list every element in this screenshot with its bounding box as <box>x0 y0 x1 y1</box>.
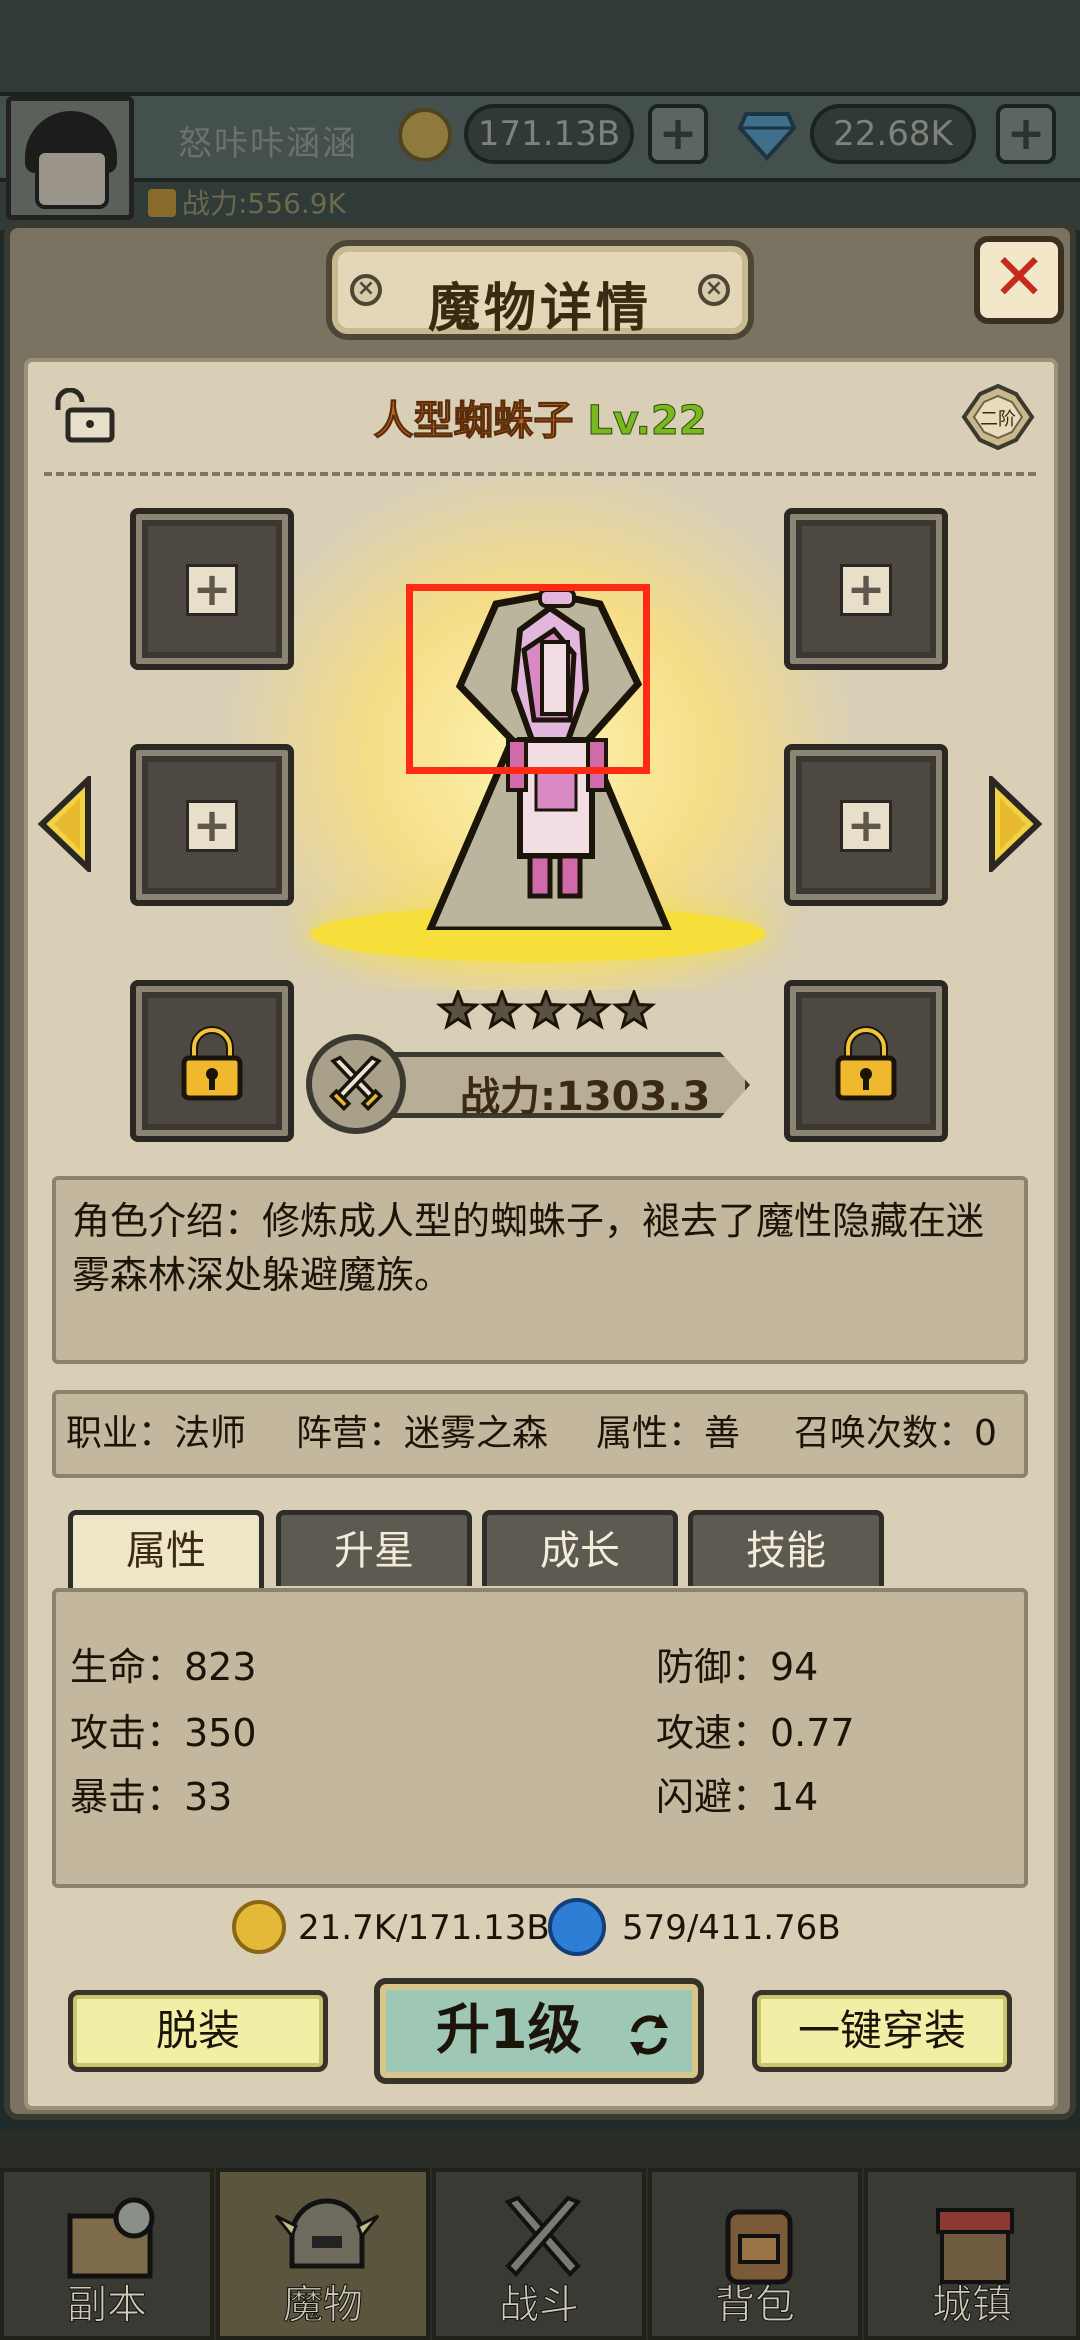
screw-icon: × <box>698 274 730 306</box>
avatar-face <box>35 149 109 209</box>
attr-defense: 防御：94 <box>656 1645 819 1689</box>
nav-dungeon[interactable]: 副本 <box>0 2168 214 2340</box>
gold-coin-icon <box>232 1900 286 1954</box>
monster-description: 角色介绍：修炼成人型的蜘蛛子，褪去了魔性隐藏在迷雾森林深处躲避魔族。 <box>52 1176 1028 1364</box>
equip-slot-left-2[interactable]: + <box>130 744 294 906</box>
attr-hp: 生命：823 <box>70 1645 257 1689</box>
attr-dodge: 闪避：14 <box>656 1775 819 1819</box>
tab-growth[interactable]: 成长 <box>482 1510 678 1586</box>
summon-count: 召唤次数：0 <box>794 1413 997 1454</box>
nav-label: 城镇 <box>932 2282 1013 2329</box>
star-icon <box>523 990 569 1030</box>
modal-title: 魔物详情 <box>427 279 652 339</box>
nav-label: 副本 <box>67 2282 148 2329</box>
rank-text: 二阶 <box>980 409 1016 430</box>
rank-badge: 二阶 <box>961 384 1035 450</box>
level-up-button[interactable]: 升1级 <box>374 1978 704 2084</box>
attributes-panel: 生命：823 防御：94 攻击：350 攻速：0.77 暴击：33 闪避：14 <box>52 1588 1028 1888</box>
job-info: 职业：法师 <box>66 1413 247 1454</box>
equip-slot-locked-right[interactable] <box>784 980 948 1142</box>
power-value: 战力:1303.3 <box>460 1074 711 1120</box>
monster-power: 战力:1303.3 <box>306 1034 756 1134</box>
star-icon <box>567 990 613 1030</box>
player-name: 怒咔咔涵涵 <box>178 124 358 164</box>
attr-attack-speed: 攻速：0.77 <box>656 1711 855 1755</box>
equip-slot-right-1[interactable]: + <box>784 508 948 670</box>
next-monster-arrow[interactable] <box>984 776 1044 872</box>
crossed-swords-icon <box>306 1034 406 1134</box>
star-rating <box>436 990 656 1030</box>
equip-slot-locked-left[interactable] <box>130 980 294 1142</box>
add-icon: + <box>186 800 238 852</box>
exp-orb-icon <box>548 1898 606 1956</box>
monster-level: Lv.22 <box>587 398 707 445</box>
nav-monsters[interactable]: 魔物 <box>216 2168 430 2340</box>
nav-battle[interactable]: 战斗 <box>432 2168 646 2340</box>
add-icon: + <box>186 564 238 616</box>
equip-slot-right-2[interactable]: + <box>784 744 948 906</box>
nav-label: 战斗 <box>499 2282 580 2329</box>
add-diamond-button[interactable]: + <box>996 104 1056 164</box>
equip-all-button[interactable]: 一键穿装 <box>752 1990 1012 2072</box>
star-icon <box>436 990 481 1030</box>
monster-info-row: 职业：法师 阵营：迷雾之森 属性：善 召唤次数：0 <box>52 1390 1028 1478</box>
gold-coin-icon <box>398 108 452 162</box>
unequip-button[interactable]: 脱装 <box>68 1990 328 2072</box>
nav-town[interactable]: 城镇 <box>864 2168 1080 2340</box>
padlock-icon <box>181 1026 243 1101</box>
nav-backpack[interactable]: 背包 <box>648 2168 862 2340</box>
level-up-label: 升1级 <box>436 1998 582 2061</box>
padlock-icon <box>835 1026 897 1101</box>
add-icon: + <box>840 564 892 616</box>
nav-label: 魔物 <box>283 2282 364 2329</box>
tab-skills[interactable]: 技能 <box>688 1510 884 1586</box>
equip-slot-left-1[interactable]: + <box>130 508 294 670</box>
title-plate: × 魔物详情 × <box>326 240 754 340</box>
gold-amount: 171.13B <box>464 104 634 164</box>
refresh-icon[interactable] <box>622 2008 676 2062</box>
attr-attack: 攻击：350 <box>70 1711 257 1755</box>
add-gold-button[interactable]: + <box>648 104 708 164</box>
tab-star-up[interactable]: 升星 <box>276 1510 472 1586</box>
power-icon <box>148 189 176 217</box>
star-icon <box>479 990 525 1030</box>
nav-label: 背包 <box>715 2282 796 2329</box>
camp-info: 阵营：迷雾之森 <box>296 1413 549 1454</box>
player-avatar[interactable] <box>6 96 134 220</box>
monster-title: 人型蜘蛛子 Lv.22 <box>0 388 1080 446</box>
nature-info: 属性：善 <box>596 1413 741 1454</box>
player-power-text: 战力:556.9K <box>182 187 346 220</box>
star-icon <box>611 990 656 1030</box>
diamond-amount: 22.68K <box>810 104 976 164</box>
player-power: 战力:556.9K <box>148 182 346 222</box>
add-icon: + <box>840 800 892 852</box>
gold-cost: 21.7K/171.13B <box>298 1908 550 1948</box>
tab-attributes[interactable]: 属性 <box>68 1510 264 1592</box>
close-button[interactable]: ✕ <box>974 236 1064 324</box>
diamond-icon <box>738 112 796 161</box>
monster-name: 人型蜘蛛子 <box>373 398 574 445</box>
highlight-box <box>406 584 650 774</box>
previous-monster-arrow[interactable] <box>36 776 96 872</box>
exp-cost: 579/411.76B <box>622 1908 841 1948</box>
attr-crit: 暴击：33 <box>70 1775 233 1819</box>
